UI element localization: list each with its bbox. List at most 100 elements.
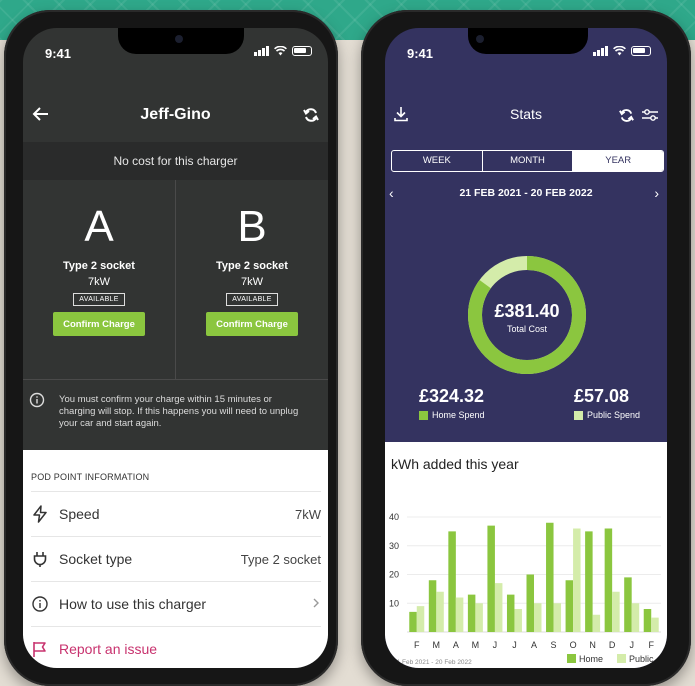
total-cost-amount: £381.40: [494, 301, 560, 321]
status-badge: AVAILABLE: [226, 293, 278, 306]
bar-public: [612, 591, 620, 632]
legend-swatch-home: [567, 654, 576, 663]
home-spend-label: Home Spend: [432, 410, 485, 420]
bar-home: [467, 594, 476, 632]
bar-home: [624, 577, 632, 632]
bar-home: [448, 531, 456, 632]
wifi-icon: [613, 46, 626, 56]
info-icon: [31, 595, 59, 613]
x-tick-label: A: [531, 640, 537, 650]
bar-public: [592, 614, 601, 632]
bar-home: [487, 525, 495, 632]
tab-year[interactable]: YEAR: [572, 151, 663, 171]
status-time: 9:41: [45, 46, 72, 61]
x-tick-label: A: [453, 640, 459, 650]
camera: [175, 35, 183, 43]
public-swatch: [574, 410, 583, 420]
confirm-charge-button[interactable]: Confirm Charge: [206, 312, 298, 336]
chart-footer: 21 Feb 2021 - 20 Feb 2022: [393, 659, 472, 666]
total-cost-label: Total Cost: [506, 324, 548, 334]
kwh-chart-panel: kWh added this year 40 30 20 10 F M A M J J A S O N D J…: [385, 442, 667, 668]
socket-type-value: Type 2 socket: [240, 551, 321, 567]
bar-public: [631, 603, 640, 632]
status-time: 9:41: [407, 46, 434, 61]
bar-home: [409, 611, 417, 632]
bar-home: [643, 609, 652, 632]
battery-icon: [292, 46, 312, 56]
how-to-use-label: How to use this charger: [59, 596, 207, 612]
battery-icon: [631, 46, 651, 56]
socket-type-label: Socket type: [59, 551, 133, 567]
left-phone: 9:41 Jeff-Gino No cost for this charger …: [4, 10, 338, 686]
home-spend: £324.32 Home Spend: [419, 386, 485, 420]
chevron-left-icon[interactable]: ‹: [389, 178, 394, 208]
charger-title: Jeff-Gino: [140, 106, 211, 123]
bar-public: [514, 609, 522, 632]
x-tick-label: F: [414, 640, 420, 650]
report-issue-label: Report an issue: [59, 641, 158, 657]
y-tick-label: 30: [389, 541, 399, 551]
bar-public: [455, 597, 464, 632]
how-to-use-row[interactable]: How to use this charger: [31, 581, 321, 626]
chevron-right-icon: [311, 597, 321, 612]
legend-label-home: Home: [579, 654, 603, 664]
y-tick-label: 40: [389, 512, 399, 522]
socket-letter: A: [84, 202, 114, 251]
warning-text: You must confirm your charge within 15 m…: [59, 394, 299, 429]
confirm-charge-button[interactable]: Confirm Charge: [53, 312, 145, 336]
signal-icon: [254, 46, 269, 56]
speed-value: 7kW: [295, 506, 321, 522]
x-tick-label: F: [648, 640, 654, 650]
flag-icon: [31, 640, 59, 658]
refresh-icon[interactable]: [618, 107, 635, 129]
bar-home: [526, 574, 534, 632]
x-tick-label: M: [433, 640, 441, 650]
x-tick-label: M: [472, 640, 480, 650]
plug-icon: [31, 550, 59, 568]
socket-b: B Type 2 socket 7kW AVAILABLE Confirm Ch…: [175, 180, 328, 379]
pod-info-panel: POD POINT INFORMATION Speed 7kW Socket t…: [23, 450, 328, 668]
bar-home: [585, 531, 593, 632]
tab-week[interactable]: WEEK: [392, 151, 482, 171]
sockets-panel: A Type 2 socket 7kW AVAILABLE Confirm Ch…: [23, 180, 328, 380]
report-issue-row[interactable]: Report an issue: [31, 626, 321, 668]
info-icon: [29, 392, 45, 412]
status-icons: [254, 46, 312, 56]
total-cost: £381.40 Total Cost: [462, 301, 592, 334]
socket-a: A Type 2 socket 7kW AVAILABLE Confirm Ch…: [23, 180, 175, 379]
public-spend-amount: £57.08: [574, 386, 630, 406]
date-range: 21 FEB 2021 - 20 FEB 2022: [459, 187, 593, 199]
y-tick-label: 20: [389, 570, 399, 580]
notch: [468, 28, 588, 54]
chevron-right-icon[interactable]: ›: [654, 178, 659, 208]
legend-label-public: Public: [629, 654, 654, 664]
x-tick-label: S: [551, 640, 557, 650]
socket-power: 7kW: [241, 276, 263, 288]
bar-public: [475, 603, 483, 632]
x-tick-label: J: [493, 640, 498, 650]
bar-home: [506, 594, 515, 632]
notch: [118, 28, 244, 54]
socket-power: 7kW: [88, 276, 110, 288]
public-spend: £57.08 Public Spend: [574, 386, 640, 420]
socket-type-row: Socket type Type 2 socket: [31, 536, 321, 581]
period-tabs: WEEK MONTH YEAR: [391, 150, 664, 172]
bar-public: [534, 603, 542, 632]
x-tick-label: D: [609, 640, 616, 650]
y-tick-label: 10: [389, 598, 399, 608]
tab-month[interactable]: MONTH: [481, 151, 573, 171]
wifi-icon: [274, 46, 287, 56]
bar-public: [553, 603, 562, 632]
bar-home: [604, 528, 613, 632]
camera: [476, 35, 484, 43]
x-tick-label: N: [589, 640, 596, 650]
status-badge: AVAILABLE: [73, 293, 125, 306]
bar-public: [436, 591, 444, 632]
bar-public: [651, 617, 659, 632]
refresh-icon[interactable]: [302, 106, 320, 129]
speed-label: Speed: [59, 506, 100, 522]
x-tick-label: J: [629, 640, 634, 650]
filter-sliders-icon[interactable]: [641, 107, 659, 128]
status-icons: [593, 46, 651, 56]
bar-home: [428, 580, 437, 632]
